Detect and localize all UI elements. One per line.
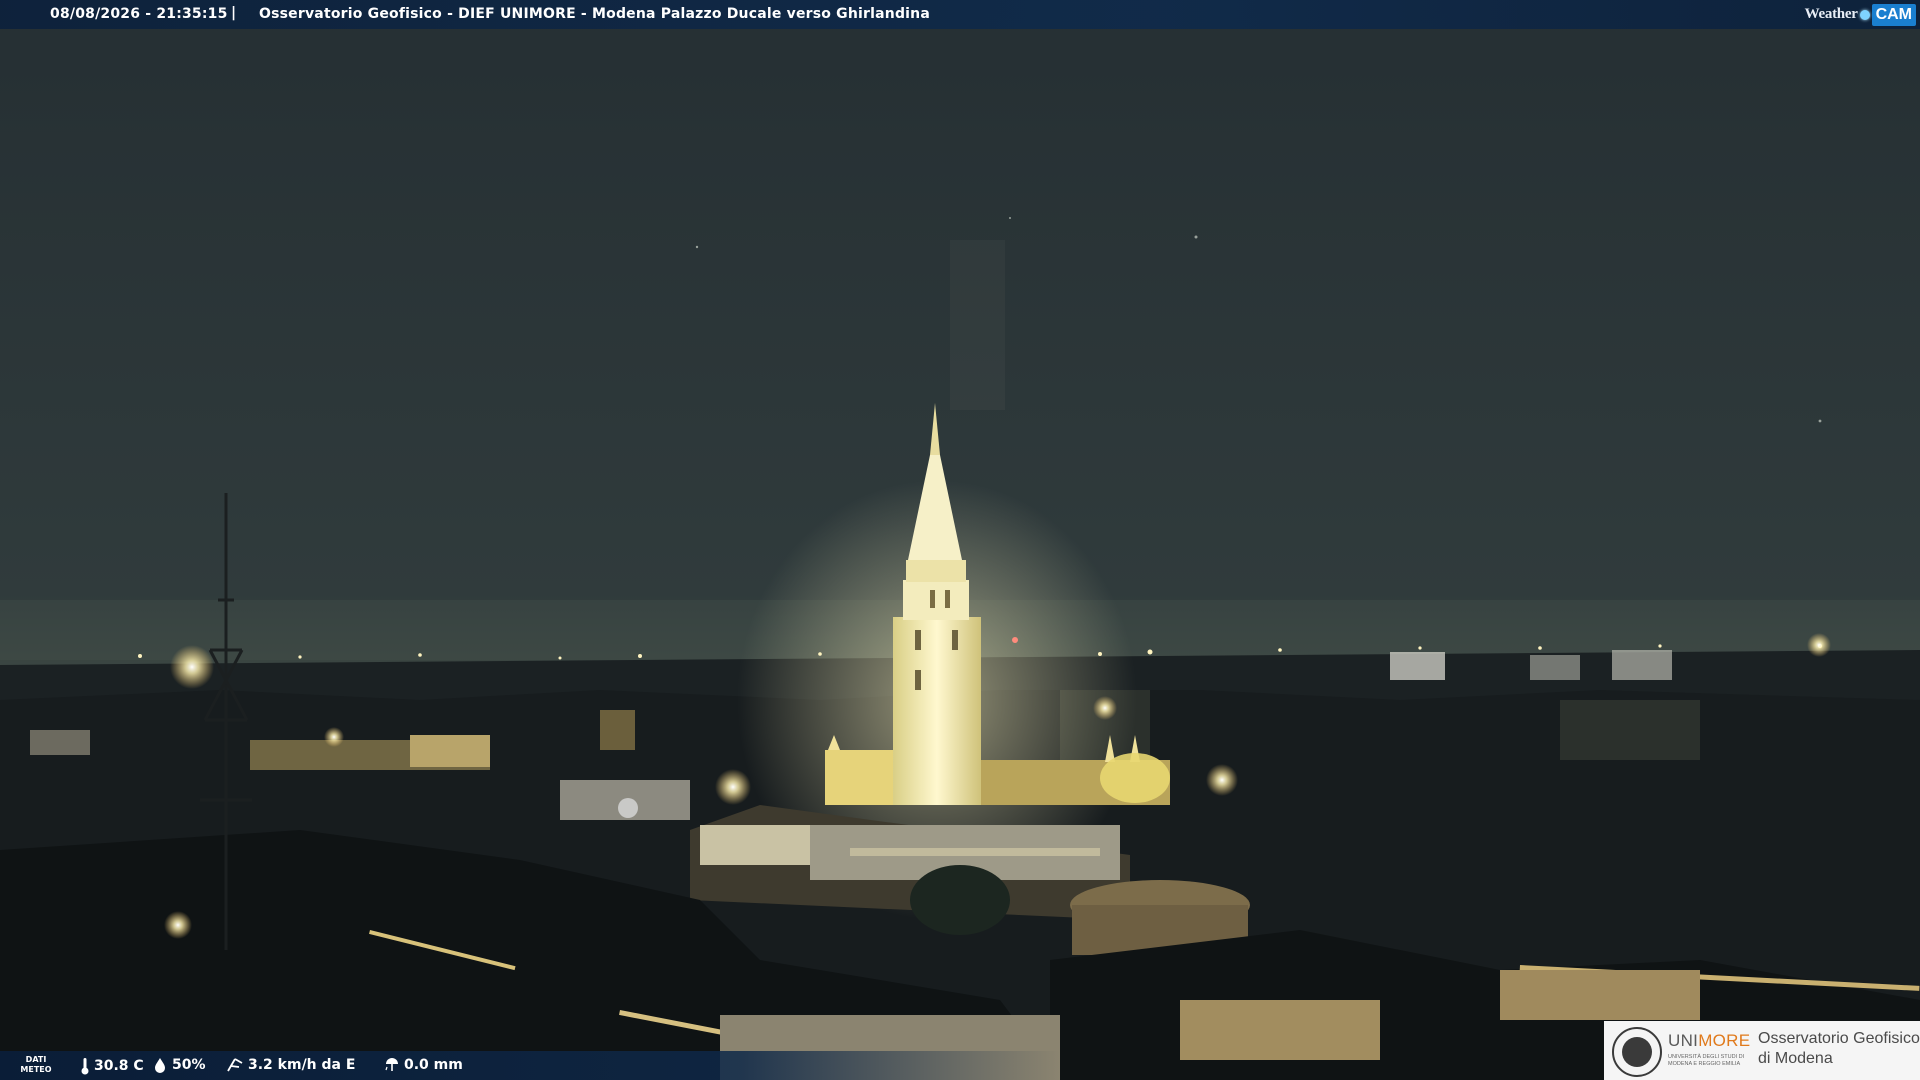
observatory-name-line1: Osservatorio Geofisico (1758, 1030, 1920, 1047)
observatory-name-line2: di Modena (1758, 1050, 1833, 1067)
brand-cam-text: CAM (1871, 3, 1916, 26)
weather-data-bar: DATI METEO 30.8 C 50% 3.2 km/h da E 0.0 … (0, 1051, 1060, 1080)
top-info-bar: 08/08/2026 - 21:35:15 | Osservatorio Geo… (0, 0, 1920, 29)
dati-meteo-label: DATI METEO (18, 1055, 54, 1075)
droplet-icon (155, 1058, 165, 1073)
unimore-subtitle: UNIVERSITÀ DEGLI STUDI DI MODENA E REGGI… (1668, 1054, 1745, 1067)
brand-dot-icon (1859, 9, 1870, 20)
thermometer-icon (81, 1058, 89, 1075)
wind-readout: 3.2 km/h da E (226, 1057, 355, 1073)
wind-icon (227, 1058, 243, 1072)
temperature-value: 30.8 C (94, 1058, 144, 1074)
humidity-readout: 50% (152, 1057, 206, 1073)
unimore-uni-text: UNI (1668, 1031, 1699, 1050)
camera-title: Osservatorio Geofisico - DIEF UNIMORE - … (259, 6, 930, 22)
rain-gauge-icon (385, 1058, 398, 1071)
humidity-value: 50% (172, 1057, 206, 1073)
dati-label-line1: DATI (25, 1055, 47, 1064)
unimore-wordmark: UNIMORE (1668, 1031, 1750, 1051)
brand-weather-text: Weather (1804, 6, 1858, 22)
wind-value: 3.2 km/h da E (248, 1057, 356, 1073)
webcam-view: 08/08/2026 - 21:35:15 | Osservatorio Geo… (0, 0, 1920, 1080)
night-cityscape-image (0, 0, 1920, 1080)
university-seal-icon (1612, 1027, 1662, 1077)
separator: | (231, 5, 237, 21)
rain-readout: 0.0 mm (384, 1057, 463, 1073)
unimore-more-text: MORE (1698, 1031, 1751, 1050)
rain-value: 0.0 mm (404, 1057, 463, 1073)
weathercam-logo: Weather CAM (1805, 0, 1920, 29)
dati-label-line2: METEO (20, 1065, 52, 1074)
temperature-readout: 30.8 C (80, 1057, 144, 1075)
unimore-logo-panel: UNIMORE UNIVERSITÀ DEGLI STUDI DI MODENA… (1604, 1021, 1920, 1080)
datetime: 08/08/2026 - 21:35:15 (50, 6, 228, 22)
